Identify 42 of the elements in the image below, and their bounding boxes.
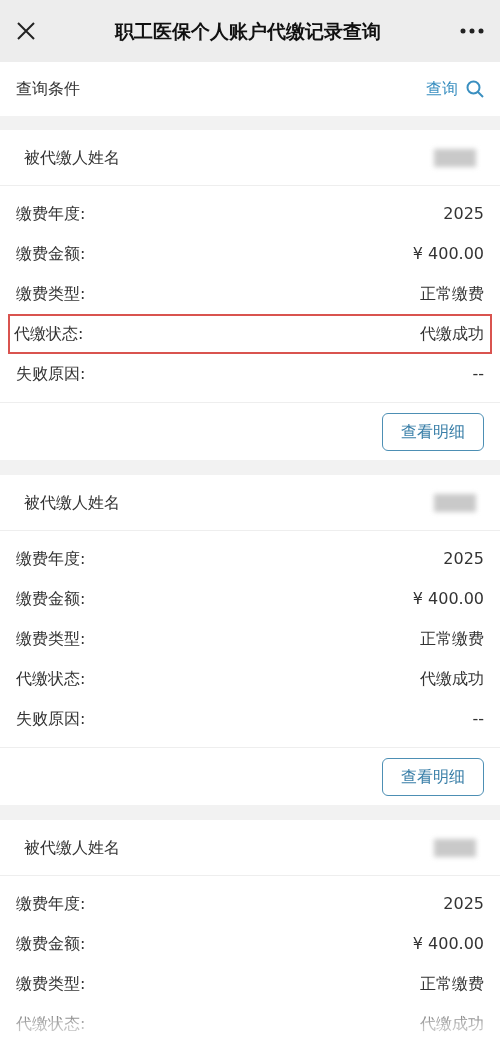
field-label: 缴费类型: (16, 973, 86, 995)
field-value: ¥ 400.00 (412, 588, 484, 610)
field-label: 缴费类型: (16, 628, 86, 650)
field-label: 缴费金额: (16, 243, 86, 265)
query-label: 查询条件 (16, 78, 80, 100)
field-value: 代缴成功 (420, 323, 484, 345)
view-details-button[interactable]: 查看明细 (382, 757, 484, 796)
field-label: 缴费年度: (16, 893, 86, 915)
field-value: 2025 (443, 548, 484, 570)
field-value: -- (472, 363, 484, 385)
name-label: 被代缴人姓名 (24, 146, 120, 169)
field-label: 代缴状态: (16, 668, 86, 690)
view-details-button[interactable]: 查看明细 (382, 412, 484, 451)
field-value: 正常缴费 (420, 628, 484, 650)
field-label: 缴费金额: (16, 933, 86, 955)
field-value: 2025 (443, 203, 484, 225)
query-button[interactable]: 查询 (426, 77, 484, 101)
field-label: 缴费类型: (16, 283, 86, 305)
redacted-name (434, 148, 476, 167)
field-value: ¥ 400.00 (412, 243, 484, 265)
field-label: 缴费年度: (16, 548, 86, 570)
name-label: 被代缴人姓名 (24, 836, 120, 859)
redacted-name (434, 838, 476, 857)
search-icon (466, 80, 484, 98)
field-value: ¥ 400.00 (412, 933, 484, 955)
field-value: 2025 (443, 893, 484, 915)
field-label: 缴费金额: (16, 588, 86, 610)
field-label: 代缴状态: (14, 323, 84, 345)
redacted-name (434, 493, 476, 512)
close-icon[interactable] (16, 21, 36, 41)
field-value: 代缴成功 (420, 668, 484, 690)
field-label: 失败原因: (16, 708, 86, 730)
window-title: 职工医保个人账户代缴记录查询 (115, 18, 381, 44)
field-value: 代缴成功 (420, 1013, 484, 1035)
field-label: 缴费年度: (16, 203, 86, 225)
field-value: -- (472, 708, 484, 730)
name-label: 被代缴人姓名 (24, 491, 120, 514)
field-value: 正常缴费 (420, 283, 484, 305)
field-value: 正常缴费 (420, 973, 484, 995)
more-icon[interactable] (460, 28, 484, 34)
field-label: 失败原因: (16, 363, 86, 385)
field-label: 代缴状态: (16, 1013, 86, 1035)
